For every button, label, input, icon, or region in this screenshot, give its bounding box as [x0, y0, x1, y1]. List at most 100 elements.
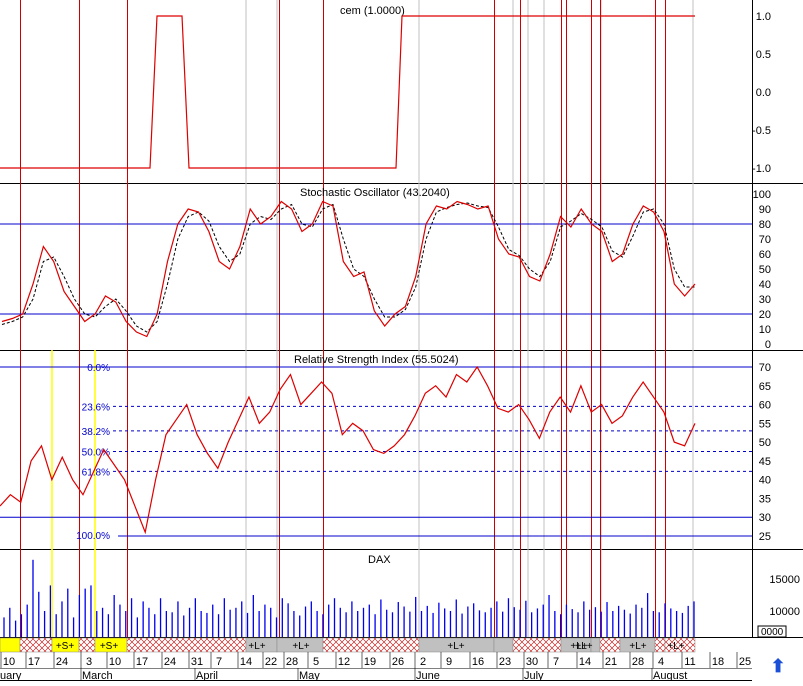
- fib-label: 100.0%: [76, 531, 110, 542]
- rsi-line: [0, 365, 696, 535]
- date-day-label: 25: [739, 656, 751, 668]
- band-segment: [654, 637, 666, 653]
- date-month-label: June: [416, 670, 440, 681]
- stochastic-panel: Stochastic Oscillator (43.2040): [0, 187, 752, 338]
- y-tick-label: 30: [759, 512, 771, 524]
- y-tick-label: 70: [759, 234, 771, 246]
- y-tick-label: 0.5: [756, 49, 771, 61]
- y-tick-label: 20: [759, 309, 771, 321]
- date-day-label: 9: [446, 656, 452, 668]
- y-tick-label: 15000: [769, 574, 800, 586]
- dax-panel: DAX: [3, 554, 695, 637]
- band-segment: [512, 637, 562, 653]
- band-label: +L+: [629, 641, 646, 652]
- date-day-label: 5: [313, 656, 319, 668]
- y-tick-label: 65: [759, 381, 771, 393]
- band-label: +S+: [100, 641, 119, 652]
- date-day-label: 19: [364, 656, 376, 668]
- rsi-panel: Relative Strength Index (55.5024) 0.0% 23…: [0, 354, 752, 542]
- band-label: +L+: [667, 641, 684, 652]
- date-day-label: 7: [216, 656, 222, 668]
- event-vertical-lines: [20, 0, 694, 637]
- date-day-label: 24: [164, 656, 176, 668]
- date-day-label: 2: [420, 656, 426, 668]
- date-day-label: 7: [553, 656, 559, 668]
- rsi-title: Relative Strength Index (55.5024): [294, 354, 459, 366]
- fib-label: 61.8%: [82, 467, 110, 478]
- cem-line: [0, 15, 695, 169]
- band-segment: [19, 637, 53, 653]
- band-segment: [322, 637, 420, 653]
- fib-label: 23.6%: [82, 402, 110, 413]
- date-day-label: 16: [472, 656, 484, 668]
- chart-window: cem (1.0000) Stochastic Oscillator (43.2…: [0, 0, 803, 682]
- date-day-label: 28: [286, 656, 298, 668]
- stoch-title: Stochastic Oscillator (43.2040): [300, 187, 450, 199]
- band-segment: [599, 637, 621, 653]
- band-label: +L+: [575, 641, 592, 652]
- date-day-label: 12: [338, 656, 350, 668]
- date-day-label: 14: [240, 656, 252, 668]
- band-segment: [0, 637, 21, 653]
- y-tick-label: 50: [759, 437, 771, 449]
- date-month-label: uary: [0, 670, 22, 681]
- band-label: +L+: [447, 641, 464, 652]
- date-month-label: July: [524, 670, 544, 681]
- band-segment: [78, 637, 96, 653]
- date-day-label: 21: [605, 656, 617, 668]
- fib-label: 0.0%: [87, 363, 110, 374]
- date-day-label: 30: [526, 656, 538, 668]
- y-tick-label: 1.0: [756, 11, 771, 23]
- date-axis: 10 17 24 3 10 17 24 31 7 14 22 28 5 12 19 26 2 9 16 23 30 7 14…: [0, 652, 752, 682]
- date-day-label: 18: [712, 656, 724, 668]
- date-day-label: 14: [579, 656, 591, 668]
- panel-frames: [0, 0, 803, 681]
- date-day-label: 22: [265, 656, 277, 668]
- date-month-label: March: [82, 670, 113, 681]
- y-tick-label: 90: [759, 204, 771, 216]
- y-axes: 1.00.50.0-0.5-1.010090807060504030201007…: [752, 11, 800, 638]
- y-tick-label: -1.0: [752, 163, 771, 175]
- dax-title: DAX: [368, 554, 391, 566]
- chart-canvas: cem (1.0000) Stochastic Oscillator (43.2…: [0, 0, 803, 682]
- y-tick-label: 10000: [769, 606, 800, 618]
- cem-panel: cem (1.0000): [0, 5, 695, 169]
- mini-value-label: 0000: [761, 627, 784, 638]
- signal-band: +S+ +S+ +L+ +L+ +L+ +L++L+ +L+ +L+: [0, 637, 696, 653]
- date-day-label: 11: [684, 656, 695, 668]
- date-day-label: 26: [392, 656, 404, 668]
- date-day-label: 10: [109, 656, 121, 668]
- y-tick-label: -0.5: [752, 125, 771, 137]
- y-tick-label: 100: [753, 189, 771, 201]
- y-tick-label: 70: [759, 362, 771, 374]
- y-tick-label: 10: [759, 324, 771, 336]
- date-day-label: 10: [3, 656, 15, 668]
- y-tick-label: 0.0: [756, 87, 771, 99]
- date-month-label: May: [299, 670, 320, 681]
- y-tick-label: 25: [759, 531, 771, 543]
- y-tick-label: 30: [759, 294, 771, 306]
- y-tick-label: 60: [759, 249, 771, 261]
- date-month-label: April: [196, 670, 218, 681]
- date-day-label: 17: [136, 656, 148, 668]
- band-label: +L+: [292, 641, 309, 652]
- y-tick-label: 60: [759, 400, 771, 412]
- up-arrow-icon[interactable]: ⬆: [770, 656, 786, 676]
- y-tick-label: 35: [759, 493, 771, 505]
- date-day-label: 17: [28, 656, 40, 668]
- y-tick-label: 40: [759, 475, 771, 487]
- fib-label: 38.2%: [82, 427, 110, 438]
- band-label: +L+: [248, 641, 265, 652]
- date-day-label: 3: [86, 656, 92, 668]
- date-day-label: 23: [499, 656, 511, 668]
- cem-title: cem (1.0000): [340, 5, 405, 17]
- date-month-label: August: [653, 670, 687, 681]
- date-day-label: 31: [191, 656, 203, 668]
- band-segment: [493, 637, 514, 653]
- band-label: +S+: [56, 641, 75, 652]
- date-day-label: 4: [658, 656, 664, 668]
- date-day-label: 24: [56, 656, 68, 668]
- date-day-label: 28: [632, 656, 644, 668]
- y-tick-label: 45: [759, 456, 771, 468]
- band-segment: [126, 637, 247, 653]
